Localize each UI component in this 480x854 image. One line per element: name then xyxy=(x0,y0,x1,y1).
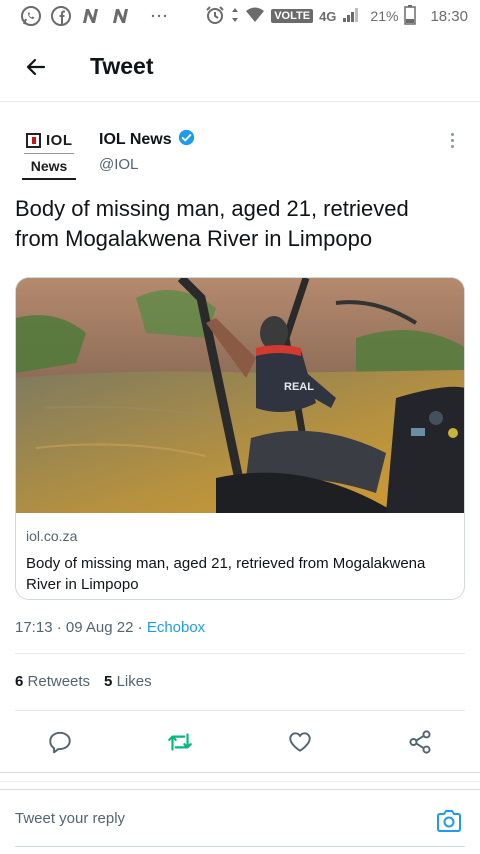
tweet-actions xyxy=(0,722,480,762)
avatar[interactable]: IOL News xyxy=(22,126,76,180)
reply-underline xyxy=(15,846,465,847)
retweet-icon xyxy=(168,733,192,751)
arrow-left-icon xyxy=(26,58,46,75)
tweet-text: Body of missing man, aged 21, retrieved … xyxy=(15,196,409,251)
more-notifications-icon xyxy=(148,5,170,27)
author-handle[interactable]: @IOL xyxy=(99,156,138,173)
wifi-icon xyxy=(245,7,265,26)
link-card[interactable]: REAL iol.co.za Body of missing man, aged… xyxy=(15,277,465,600)
status-time: 18:30 xyxy=(430,7,468,25)
more-vertical-icon xyxy=(450,132,454,136)
share-button[interactable] xyxy=(404,726,436,758)
reply-button[interactable] xyxy=(44,726,76,758)
author-name[interactable]: IOL News xyxy=(99,131,172,149)
avatar-logo-subtext: News xyxy=(30,158,68,174)
news-n-icon xyxy=(110,5,132,27)
alarm-icon xyxy=(205,5,225,28)
reply-composer xyxy=(0,795,480,850)
heart-icon xyxy=(289,732,311,752)
vest-text: REAL xyxy=(284,381,314,393)
battery-icon xyxy=(404,4,417,28)
retweet-button[interactable] xyxy=(164,726,196,758)
header-bar: Tweet xyxy=(0,32,480,102)
tweet-timestamp: 17:13 · 09 Aug 22 · Echobox xyxy=(15,619,205,636)
reply-input[interactable] xyxy=(15,810,405,827)
tweet-source-link[interactable]: Echobox xyxy=(147,619,205,636)
retweets-stat[interactable]: 6 Retweets xyxy=(15,673,90,690)
reply-icon xyxy=(49,731,71,754)
avatar-logo-text: IOL xyxy=(46,132,73,149)
divider xyxy=(0,789,480,790)
divider xyxy=(0,772,480,773)
tweet-date[interactable]: 09 Aug 22 xyxy=(66,619,134,636)
more-options-button[interactable] xyxy=(440,128,464,152)
meta-separator: · xyxy=(137,619,143,636)
signal-icon xyxy=(342,7,360,26)
tweet-time[interactable]: 17:13 xyxy=(15,619,53,636)
page-title: Tweet xyxy=(90,53,154,79)
like-button[interactable] xyxy=(284,726,316,758)
meta-separator: · xyxy=(56,619,62,636)
news-n-icon xyxy=(80,5,102,27)
divider xyxy=(15,653,465,654)
link-card-image: REAL xyxy=(16,278,464,513)
facebook-icon xyxy=(50,5,72,27)
iol-logo-mark xyxy=(26,133,41,148)
volte-badge: VOLTE xyxy=(271,9,314,23)
status-bar: VOLTE 4G 21% 18:30 xyxy=(0,0,480,32)
data-arrows-icon xyxy=(231,7,239,26)
divider xyxy=(15,710,465,711)
tweet-stats: 6 Retweets 5 Likes xyxy=(15,673,152,690)
network-type: 4G xyxy=(319,8,337,24)
camera-button[interactable] xyxy=(435,807,463,835)
back-button[interactable] xyxy=(16,47,56,87)
share-icon xyxy=(409,730,431,754)
likes-stat[interactable]: 5 Likes xyxy=(104,673,152,690)
camera-icon xyxy=(437,810,461,832)
tweet-author: IOL News IOL News @IOL xyxy=(0,120,480,184)
status-notification-icons xyxy=(20,5,170,27)
battery-percent: 21% xyxy=(370,8,399,24)
divider xyxy=(0,781,480,782)
whatsapp-icon xyxy=(20,5,42,27)
verified-badge-icon xyxy=(178,129,195,151)
link-card-domain: iol.co.za xyxy=(26,528,78,544)
link-card-title: Body of missing man, aged 21, retrieved … xyxy=(26,555,426,593)
